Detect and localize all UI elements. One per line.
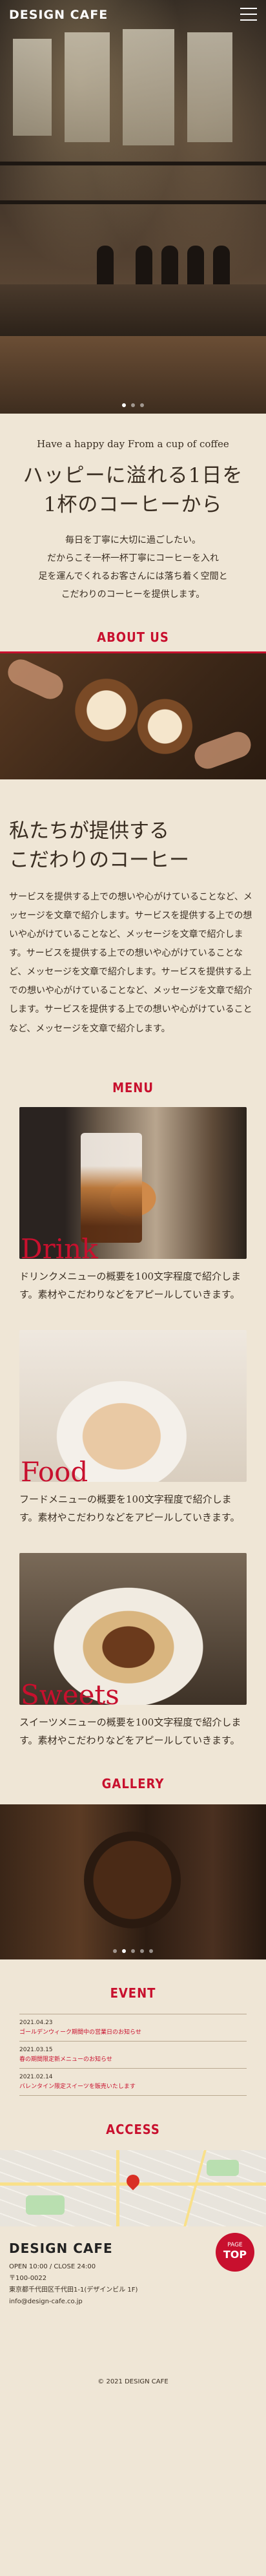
event-date: 2021.02.14 xyxy=(19,2073,53,2080)
about-heading: 私たちが提供する こだわりのコーヒー xyxy=(9,817,266,875)
event-list: 2021.04.23 ゴールデンウィーク期間中の営業日のお知らせ 2021.03… xyxy=(19,2013,247,2096)
slider-dot[interactable] xyxy=(122,1948,126,1953)
menu-title: MENU xyxy=(112,1079,154,1095)
footer-mail[interactable]: info@design-cafe.co.jp xyxy=(9,2296,257,2308)
event-title: EVENT xyxy=(110,1985,156,2001)
slider-dot[interactable] xyxy=(122,403,126,407)
access-title: ACCESS xyxy=(106,2121,160,2137)
catch-title-line2: 1杯のコーヒーから xyxy=(43,492,223,516)
access-map[interactable] xyxy=(0,2149,266,2226)
hero-image: DESIGN CAFE xyxy=(0,0,266,414)
menu-item-sweets[interactable]: Sweets スイーツメニューの概要を100文字程度で紹介します。素材やこだわり… xyxy=(19,1552,247,1750)
menu-item-desc: フードメニューの概要を100文字程度で紹介します。素材やこだわりなどをアピールし… xyxy=(19,1493,240,1524)
catch-line: 毎日を丁寧に大切に過ごしたい。 xyxy=(65,534,201,545)
slider-dot[interactable] xyxy=(140,403,144,407)
header-logo[interactable]: DESIGN CAFE xyxy=(9,8,108,22)
about-section: ABOUT US 私たちが提供する こだわりのコーヒー サービスを提供する上での… xyxy=(0,629,266,1039)
event-link[interactable]: バレンタイン限定スイーツを販売いたします xyxy=(19,2082,247,2090)
event-link[interactable]: 春の期間限定新メニューのお知らせ xyxy=(19,2054,247,2063)
about-heading-line1: 私たちが提供する xyxy=(9,819,169,843)
about-image xyxy=(0,653,266,779)
slider-dot[interactable] xyxy=(140,1948,144,1953)
about-title: ABOUT US xyxy=(97,629,169,645)
page-top-small: PAGE xyxy=(227,2241,243,2248)
event-date: 2021.04.23 xyxy=(19,2019,53,2026)
gallery-title: GALLERY xyxy=(101,1775,165,1791)
menu-item-food[interactable]: Food フードメニューの概要を100文字程度で紹介します。素材やこだわりなどを… xyxy=(19,1329,247,1527)
about-body: サービスを提供する上での想いや心がけていることなど、メッセージを文章で紹介します… xyxy=(9,891,252,1034)
hero-slider-dots[interactable] xyxy=(0,403,266,407)
map-pin-icon xyxy=(123,2171,143,2190)
page-top-button[interactable]: PAGE TOP xyxy=(216,2232,254,2272)
event-item[interactable]: 2021.04.23 ゴールデンウィーク期間中の営業日のお知らせ xyxy=(19,2014,247,2042)
copyright: © 2021 DESIGN CAFE xyxy=(97,2378,169,2385)
catch-title-line1: ハッピーに溢れる1日を xyxy=(23,464,243,487)
footer-info: OPEN 10:00 / CLOSE 24:00 〒100-0022 東京都千代… xyxy=(9,2261,257,2308)
menu-item-desc: ドリンクメニューの概要を100文字程度で紹介します。素材やこだわりなどをアピール… xyxy=(19,1270,241,1301)
footer-zip: 〒100-0022 xyxy=(9,2274,47,2282)
catch-title: ハッピーに溢れる1日を 1杯のコーヒーから xyxy=(0,461,266,520)
menu-item-name: Sweets xyxy=(21,1678,119,1711)
event-item[interactable]: 2021.03.15 春の期間限定新メニューのお知らせ xyxy=(19,2042,247,2069)
footer-address: 東京都千代田区千代田1-1(デザインビル 1F) xyxy=(9,2286,138,2294)
menu-item-drink[interactable]: Drink ドリンクメニューの概要を100文字程度で紹介します。素材やこだわりな… xyxy=(19,1106,247,1304)
page: DESIGN CAFE Have a happy day From a cup … xyxy=(0,0,266,2576)
catch-text: 毎日を丁寧に大切に過ごしたい。 だからこそ一杯一杯丁寧にコーヒーを入れ 足を運ん… xyxy=(0,531,266,604)
catch-section: Have a happy day From a cup of coffee ハッ… xyxy=(0,414,266,604)
event-date: 2021.03.15 xyxy=(19,2046,53,2053)
gallery-slider-dots[interactable] xyxy=(0,1948,266,1953)
gallery-image xyxy=(84,1831,181,1928)
slider-dot[interactable] xyxy=(131,403,135,407)
menu-item-desc: スイーツメニューの概要を100文字程度で紹介します。素材やこだわりなどをアピール… xyxy=(19,1716,241,1747)
catch-line: こだわりのコーヒーを提供します。 xyxy=(61,589,205,600)
slider-dot[interactable] xyxy=(113,1948,117,1953)
catch-subtitle: Have a happy day From a cup of coffee xyxy=(37,438,229,450)
slider-dot[interactable] xyxy=(149,1948,153,1953)
catch-line: 足を運んでくれるお客さんには落ち着く空間と xyxy=(38,571,228,582)
menu-item-name: Drink xyxy=(21,1232,98,1265)
about-heading-line2: こだわりのコーヒー xyxy=(9,848,189,872)
menu-item-name: Food xyxy=(21,1455,88,1488)
catch-line: だからこそ一杯一杯丁寧にコーヒーを入れ xyxy=(47,553,219,564)
event-item[interactable]: 2021.02.14 バレンタイン限定スイーツを販売いたします xyxy=(19,2069,247,2096)
event-link[interactable]: ゴールデンウィーク期間中の営業日のお知らせ xyxy=(19,2027,247,2036)
page-top-big: TOP xyxy=(223,2248,247,2261)
slider-dot[interactable] xyxy=(131,1948,135,1953)
hamburger-menu-icon[interactable] xyxy=(240,8,257,21)
gallery-slider[interactable] xyxy=(0,1804,266,1959)
footer: DESIGN CAFE OPEN 10:00 / CLOSE 24:00 〒10… xyxy=(0,2226,266,2394)
